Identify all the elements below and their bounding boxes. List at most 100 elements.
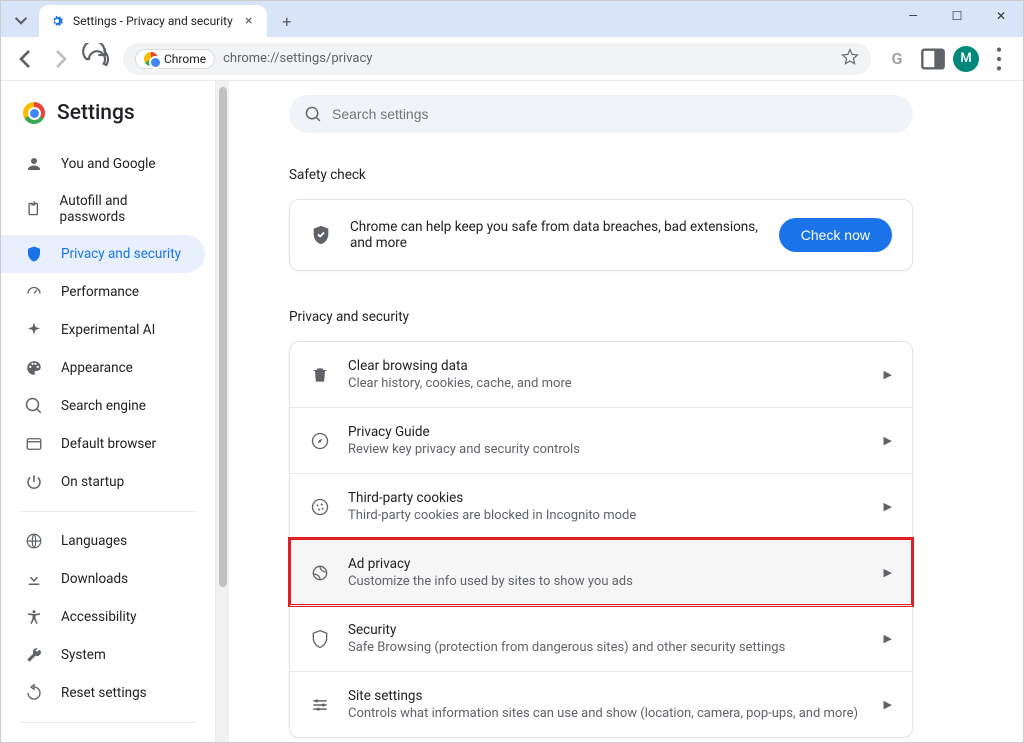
browser-tab[interactable]: Settings - Privacy and security × [39,5,267,37]
row-site-settings[interactable]: Site settings Controls what information … [290,671,912,737]
sidebar-item-appearance[interactable]: Appearance [1,349,205,387]
close-window-button[interactable]: ✕ [979,1,1023,31]
row-third-party-cookies[interactable]: Third-party cookies Third-party cookies … [290,473,912,539]
chevron-right-icon: ▶ [884,368,892,381]
sidebar-item-downloads[interactable]: Downloads [1,560,205,598]
settings-sidebar: Settings You and Google Autofill and pas… [1,81,215,742]
nav-label: Experimental AI [61,322,155,338]
main-panel: Safety check Chrome can help keep you sa… [229,81,1023,742]
sidebar-item-system[interactable]: System [1,636,205,674]
row-subtitle: Review key privacy and security controls [348,442,866,457]
row-subtitle: Safe Browsing (protection from dangerous… [348,640,866,655]
nav-label: Reset settings [61,685,147,701]
clipboard-icon [25,200,42,218]
chevron-right-icon: ▶ [884,566,892,579]
chevron-right-icon: ▶ [884,632,892,645]
reload-button[interactable] [81,43,113,75]
sidebar-item-you-and-google[interactable]: You and Google [1,145,205,183]
minimize-button[interactable]: — [891,1,935,31]
row-security[interactable]: Security Safe Browsing (protection from … [290,605,912,671]
sidebar-item-experimental-ai[interactable]: Experimental AI [1,311,205,349]
titlebar: Settings - Privacy and security × + — ☐ … [1,1,1023,37]
profile-avatar[interactable]: M [953,46,979,72]
reset-icon [25,684,43,702]
google-icon[interactable]: G [881,43,913,75]
row-ad-privacy[interactable]: Ad privacy Customize the info used by si… [290,539,912,605]
row-privacy-guide[interactable]: Privacy Guide Review key privacy and sec… [290,407,912,473]
sidebar-item-reset[interactable]: Reset settings [1,674,205,712]
shield-outline-icon [310,629,330,649]
row-title: Ad privacy [348,556,866,572]
close-tab-button[interactable]: × [241,13,257,29]
sidebar-item-autofill[interactable]: Autofill and passwords [1,183,205,235]
settings-title: Settings [57,101,135,125]
cookie-icon [310,497,330,517]
chevron-right-icon: ▶ [884,500,892,513]
nav-label: Accessibility [61,609,137,625]
browser-icon [25,435,43,453]
nav-label: System [61,647,106,663]
sidebar-scrollbar[interactable]: ▲ [215,81,229,742]
row-subtitle: Third-party cookies are blocked in Incog… [348,508,866,523]
globe-icon [25,532,43,550]
site-chip[interactable]: Chrome [135,49,215,69]
search-icon [25,397,43,415]
url-text: chrome://settings/privacy [223,51,833,66]
nav-label: Privacy and security [61,246,181,262]
address-bar[interactable]: Chrome chrome://settings/privacy [123,43,871,75]
divider [21,722,195,723]
nav-label: Default browser [61,436,156,452]
row-title: Clear browsing data [348,358,866,374]
search-input[interactable] [332,106,897,122]
row-clear-browsing-data[interactable]: Clear browsing data Clear history, cooki… [290,342,912,407]
safety-check-text: Chrome can help keep you safe from data … [350,219,761,251]
sidebar-item-privacy[interactable]: Privacy and security [1,235,205,273]
row-subtitle: Controls what information sites can use … [348,706,866,721]
chrome-icon [144,52,158,66]
bookmark-star-icon[interactable] [841,48,859,70]
search-icon [305,106,322,123]
nav-label: Languages [61,533,127,549]
check-now-button[interactable]: Check now [779,218,892,252]
forward-button[interactable] [45,43,77,75]
sliders-icon [310,695,330,715]
settings-search[interactable] [289,95,913,133]
nav-label: Appearance [61,360,133,376]
divider [21,511,195,512]
row-title: Privacy Guide [348,424,866,440]
nav-label: On startup [61,474,124,490]
accessibility-icon [25,608,43,626]
tab-search-button[interactable] [7,7,35,33]
ad-privacy-icon [310,563,330,583]
download-icon [25,570,43,588]
sidebar-item-extensions[interactable]: Extensions [1,733,205,742]
privacy-list: Clear browsing data Clear history, cooki… [289,341,913,738]
browser-toolbar: Chrome chrome://settings/privacy G M [1,37,1023,81]
sidebar-item-languages[interactable]: Languages [1,522,205,560]
nav-label: You and Google [61,156,156,172]
row-title: Site settings [348,688,866,704]
sidebar-item-on-startup[interactable]: On startup [1,463,205,501]
safety-check-card: Chrome can help keep you safe from data … [289,199,913,271]
new-tab-button[interactable]: + [273,7,301,35]
scroll-thumb[interactable] [219,87,227,587]
chevron-right-icon: ▶ [884,698,892,711]
window-controls: — ☐ ✕ [891,1,1023,31]
row-title: Third-party cookies [348,490,866,506]
maximize-button[interactable]: ☐ [935,1,979,31]
sidebar-item-search-engine[interactable]: Search engine [1,387,205,425]
row-subtitle: Customize the info used by sites to show… [348,574,866,589]
compass-icon [310,431,330,451]
menu-button[interactable] [983,43,1015,75]
side-panel-icon[interactable] [917,43,949,75]
row-title: Security [348,622,866,638]
chrome-logo-icon [23,102,45,124]
nav-label: Downloads [61,571,128,587]
chevron-right-icon: ▶ [884,434,892,447]
sidebar-item-accessibility[interactable]: Accessibility [1,598,205,636]
sidebar-item-default-browser[interactable]: Default browser [1,425,205,463]
back-button[interactable] [9,43,41,75]
trash-icon [310,365,330,385]
sidebar-item-performance[interactable]: Performance [1,273,205,311]
chip-label: Chrome [164,52,206,66]
